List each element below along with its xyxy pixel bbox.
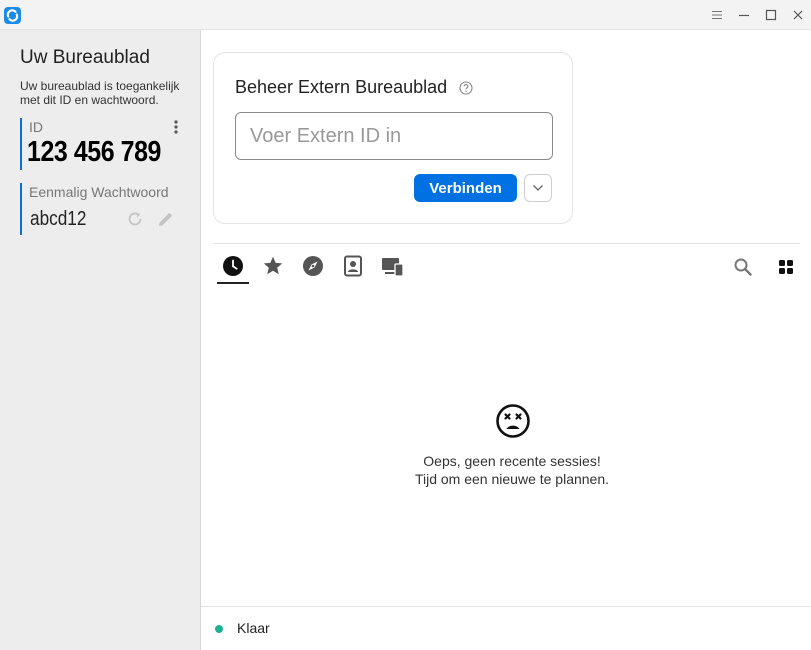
devices-icon (382, 258, 404, 277)
more-vertical-icon (174, 120, 178, 134)
close-button[interactable] (788, 6, 808, 24)
close-icon (793, 10, 803, 20)
remote-id-input[interactable] (235, 112, 553, 160)
minimize-icon (739, 14, 749, 17)
menu-button[interactable] (707, 6, 727, 24)
status-indicator (215, 625, 223, 633)
id-label: ID (29, 119, 43, 135)
status-text: Klaar (237, 620, 270, 636)
connect-card: Beheer Extern Bureaublad Verbinden (213, 52, 573, 224)
empty-state-subtitle: Tijd om een nieuwe te plannen. (414, 471, 610, 487)
tab-address-book[interactable] (337, 255, 369, 285)
clock-icon (223, 256, 243, 276)
maximize-icon (765, 9, 777, 21)
password-section: Eenmalig Wachtwoord abcd12 (20, 183, 190, 235)
maximize-button[interactable] (761, 6, 781, 24)
chevron-down-icon (533, 185, 543, 191)
star-icon (263, 256, 283, 275)
sidebar-title: Uw Bureaublad (20, 47, 150, 68)
view-toggle-button[interactable] (775, 256, 797, 278)
search-icon (734, 258, 752, 276)
password-label: Eenmalig Wachtwoord (29, 184, 169, 200)
search-button[interactable] (732, 256, 754, 278)
refresh-icon[interactable] (126, 210, 144, 228)
edit-pencil-icon[interactable] (156, 209, 176, 229)
section-divider (213, 243, 800, 244)
sidebar-description: Uw bureaublad is toegankelijk met dit ID… (20, 79, 180, 107)
id-section: ID 123 456 789 (20, 118, 190, 170)
password-value[interactable]: abcd12 (30, 208, 86, 231)
tab-discovered[interactable] (297, 255, 329, 285)
connect-options-button[interactable] (524, 174, 552, 202)
tab-recent-sessions[interactable] (217, 255, 249, 285)
id-options-button[interactable] (170, 118, 182, 136)
main-panel: Beheer Extern Bureaublad Verbinden (201, 30, 811, 650)
address-book-icon (344, 255, 362, 277)
title-bar (0, 0, 811, 30)
status-bar: Klaar (201, 606, 811, 650)
tab-devices[interactable] (377, 255, 409, 285)
app-logo-icon (4, 7, 21, 24)
compass-icon (303, 256, 323, 276)
grid-view-icon (779, 260, 793, 274)
connect-button[interactable]: Verbinden (414, 174, 517, 202)
connect-title: Beheer Extern Bureaublad (235, 77, 448, 97)
sidebar: Uw Bureaublad Uw bureaublad is toegankel… (0, 30, 201, 650)
tab-favorites[interactable] (257, 255, 289, 285)
menu-icon (712, 10, 722, 20)
empty-state-title: Oeps, geen recente sessies! (423, 453, 601, 469)
help-icon[interactable] (459, 81, 473, 95)
id-value[interactable]: 123 456 789 (27, 136, 161, 169)
sad-face-icon (496, 404, 530, 438)
minimize-button[interactable] (734, 6, 754, 24)
